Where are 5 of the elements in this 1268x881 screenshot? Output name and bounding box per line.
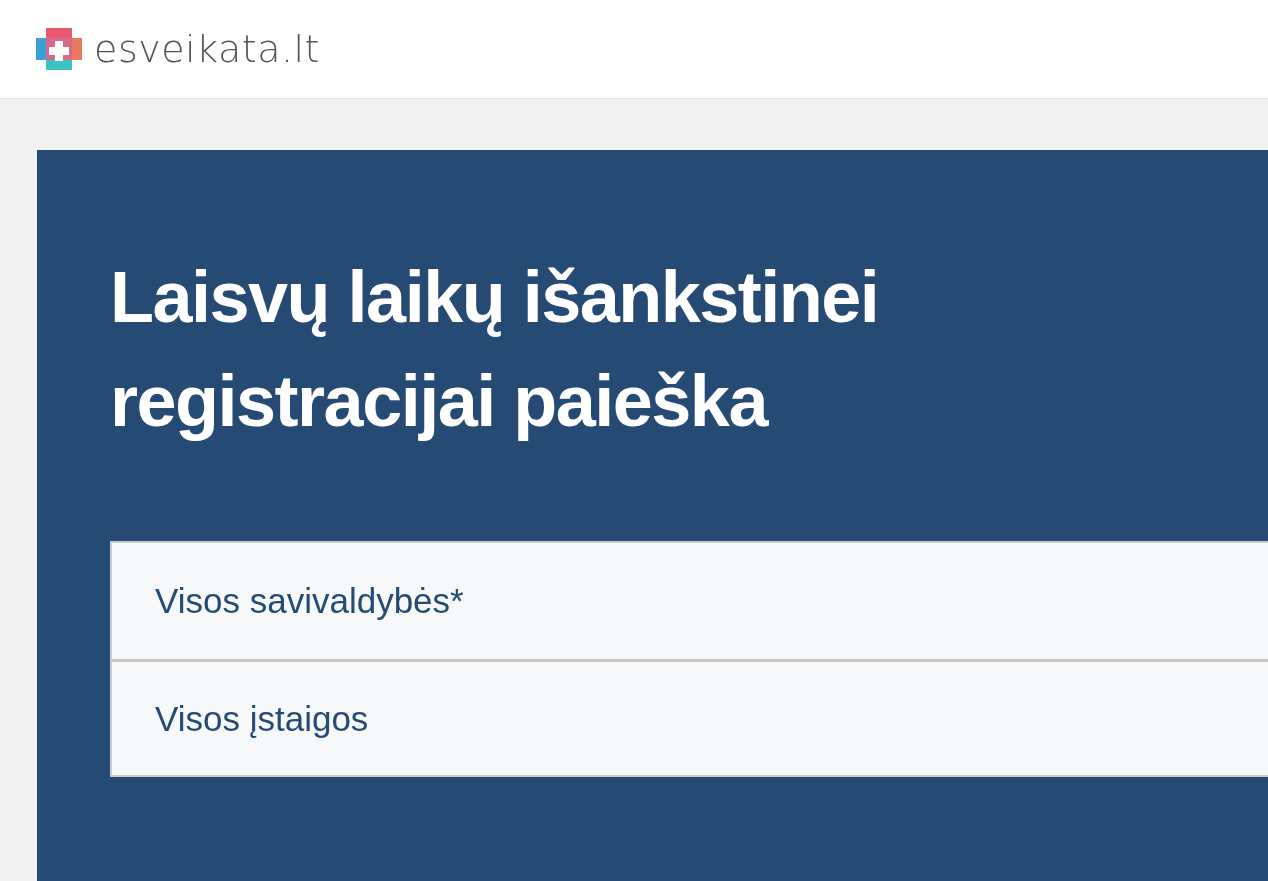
dropdown-field[interactable]: Visos savivaldybės*	[112, 543, 1268, 659]
page-title: Laisvų laikų išankstinei registracijai paieška	[110, 256, 880, 443]
cross-logo-icon	[36, 28, 82, 70]
dropdown-field[interactable]: Visos įstaigos	[112, 659, 1268, 775]
site-logo-text[interactable]: esveikata.lt	[94, 27, 320, 71]
